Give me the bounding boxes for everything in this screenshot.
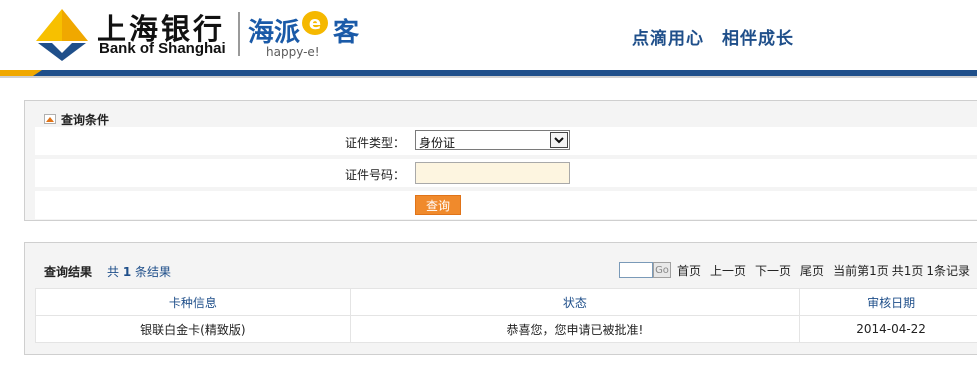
- column-header-review-date: 审核日期: [799, 288, 977, 316]
- id-type-label: 证件类型：: [344, 136, 405, 150]
- id-number-label: 证件号码：: [344, 168, 405, 182]
- total-pages-text: 共1页: [891, 263, 924, 278]
- table-row: 银联白金卡(精致版) 恭喜您，您申请已被批准! 2014-04-22: [35, 315, 977, 343]
- result-count: 共 1 条结果: [107, 263, 171, 280]
- column-header-status: 状态: [349, 288, 801, 316]
- result-count-number: 1: [122, 265, 132, 279]
- header-bar-gray: [0, 76, 977, 78]
- result-table: 卡种信息 状态 审核日期 银联白金卡(精致版) 恭喜您，您申请已被批准! 201…: [35, 288, 977, 343]
- id-number-row: 证件号码：: [35, 159, 977, 187]
- id-type-row: 证件类型： 身份证: [35, 127, 977, 155]
- happy-e-badge-icon: e: [302, 11, 328, 35]
- brand-name-part2: 客: [333, 18, 360, 48]
- first-page-link[interactable]: 首页: [677, 262, 701, 279]
- brand-name-en: happy-e!: [266, 45, 320, 59]
- bank-name-en: Bank of Shanghai: [99, 40, 226, 57]
- current-page-text: 当前第1页: [833, 263, 889, 278]
- next-page-link[interactable]: 下一页: [755, 262, 791, 279]
- bank-of-shanghai-logo-icon: [36, 9, 88, 61]
- id-type-select[interactable]: 身份证: [415, 130, 570, 150]
- page-number-input[interactable]: [619, 262, 653, 278]
- query-panel-header[interactable]: 查询条件: [44, 111, 109, 127]
- collapse-up-icon[interactable]: [44, 114, 56, 124]
- result-panel: 查询结果 共 1 条结果 Go 首页 上一页 下一页 尾页 当前第1页 共1页 …: [24, 242, 977, 355]
- brand-e-letter: e: [309, 13, 321, 34]
- column-header-card-type: 卡种信息: [35, 288, 351, 316]
- last-page-link[interactable]: 尾页: [800, 262, 824, 279]
- total-records-text: 1条记录: [926, 263, 970, 278]
- result-count-suffix: 条结果: [135, 265, 172, 279]
- cell-review-date: 2014-04-22: [799, 315, 977, 343]
- go-button[interactable]: Go: [653, 262, 671, 278]
- prev-page-link[interactable]: 上一页: [710, 262, 746, 279]
- cell-status: 恭喜您，您申请已被批准!: [349, 315, 801, 343]
- submit-row: 查询: [35, 191, 977, 219]
- slogan: 点滴用心 相伴成长: [632, 29, 794, 49]
- query-button[interactable]: 查询: [415, 195, 461, 215]
- result-count-prefix: 共: [107, 265, 120, 279]
- cell-card-type: 银联白金卡(精致版): [35, 315, 351, 343]
- table-header-row: 卡种信息 状态 审核日期: [35, 288, 977, 316]
- query-panel-title: 查询条件: [61, 112, 110, 127]
- chevron-down-icon[interactable]: [550, 132, 568, 148]
- page-header: 上海银行 Bank of Shanghai 海派 e 客 happy-e! 点滴…: [0, 0, 977, 70]
- logo-divider: [238, 12, 240, 56]
- query-panel: 查询条件 证件类型： 身份证 证件号码： 查询: [24, 100, 977, 221]
- brand-name-part1: 海派: [248, 18, 301, 48]
- result-panel-title: 查询结果: [44, 265, 93, 279]
- pager: Go 首页 上一页 下一页 尾页 当前第1页 共1页 1条记录: [619, 261, 973, 279]
- id-number-input[interactable]: [415, 162, 570, 184]
- id-type-selected-value: 身份证: [419, 136, 456, 150]
